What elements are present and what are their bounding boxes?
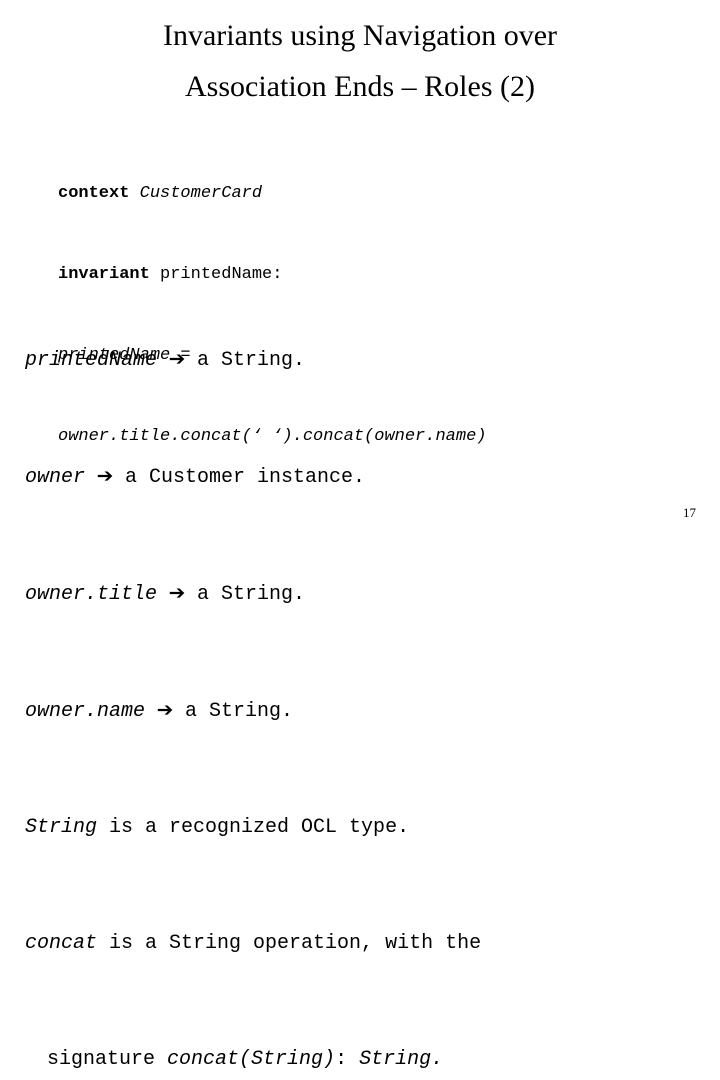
right-arrow-icon: ➔ [168, 348, 186, 370]
code-line-context: context CustomerCard [58, 180, 486, 207]
signature-operation: concat(String) [167, 1048, 336, 1071]
signature-return-type: String. [359, 1048, 444, 1071]
term-concat: concat [25, 932, 98, 955]
title-line-2: Association Ends – Roles (2) [185, 70, 535, 103]
explanation-line: String is a recognized OCL type. [25, 813, 695, 842]
explanation-tail: a Customer instance. [112, 466, 365, 489]
term-owner-title: owner.title [25, 583, 158, 606]
signature-label: signature [47, 1048, 168, 1071]
term-owner-name: owner.name [25, 700, 146, 723]
term-printedname: printedName [25, 349, 158, 372]
right-arrow-icon: ➔ [156, 699, 174, 721]
code-space-0 [129, 184, 139, 203]
code-classifier-name: CustomerCard [139, 184, 263, 203]
explanation-line: printedName ➔ a String. [25, 345, 695, 375]
explanation-line: concat is a String operation, with the [25, 929, 695, 958]
right-arrow-icon: ➔ [96, 465, 114, 487]
term-owner: owner [25, 466, 86, 489]
explanation-tail: is a recognized OCL type. [97, 816, 410, 839]
explanation-body: printedName ➔ a String. owner ➔ a Custom… [25, 258, 695, 1080]
explanation-line: owner.title ➔ a String. [25, 579, 695, 609]
code-keyword-context: context [58, 184, 130, 203]
explanation-tail: is a String operation, with the [97, 932, 482, 955]
term-string: String [25, 816, 98, 839]
explanation-tail: a String. [184, 583, 305, 606]
title-line-1: Invariants using Navigation over [162, 19, 558, 52]
signature-colon: : [335, 1048, 360, 1071]
right-arrow-icon: ➔ [168, 582, 186, 604]
explanation-line-signature: signature concat(String): String. [25, 1045, 695, 1074]
page-title: Invariants using Navigation over Associa… [36, 10, 684, 112]
explanation-tail: a String. [184, 349, 305, 372]
explanation-tail: a String. [172, 700, 293, 723]
explanation-line: owner ➔ a Customer instance. [25, 462, 695, 492]
presentation-slide: Invariants using Navigation over Associa… [0, 0, 720, 1071]
page-number: 17 [683, 505, 696, 520]
explanation-line: owner.name ➔ a String. [25, 696, 695, 726]
